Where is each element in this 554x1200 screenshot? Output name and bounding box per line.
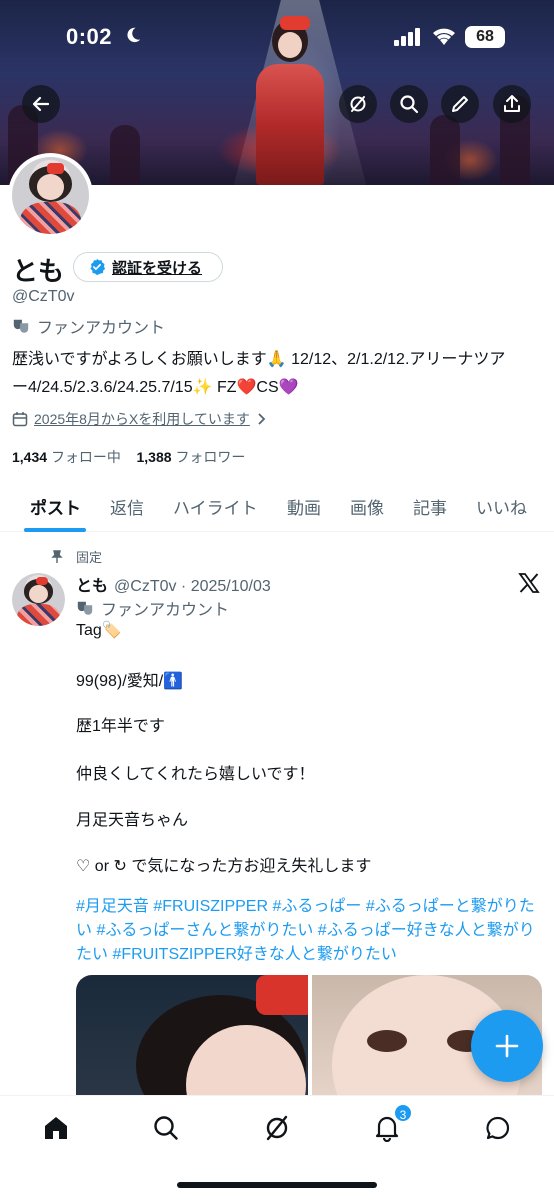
post-account-type-label: ファンアカウント <box>101 602 230 619</box>
wifi-icon <box>433 28 455 45</box>
home-indicator <box>177 1182 377 1188</box>
pin-icon <box>51 549 63 563</box>
profile-handle: @CzT0v <box>12 288 75 305</box>
post-image[interactable] <box>76 975 308 1095</box>
post-text-line: 仲良くしてくれたら嬉しいです！ <box>76 766 315 783</box>
fan-mask-icon <box>77 601 93 615</box>
post-header: とも @CzT0v · 2025/10/03 <box>76 572 271 596</box>
followers-link[interactable]: 1,388 フォロワー <box>137 449 246 465</box>
tab-videos[interactable]: 動画 <box>287 494 321 519</box>
post-author-name[interactable]: とも <box>76 578 108 595</box>
get-verified-button[interactable]: 認証を受ける <box>73 252 223 282</box>
active-tab-indicator <box>24 528 86 532</box>
share-button[interactable] <box>493 85 531 123</box>
home-icon <box>45 1117 67 1139</box>
following-link[interactable]: 1,434 フォロー中 <box>12 449 121 465</box>
banner-crowd <box>430 115 460 185</box>
post-text-line: 月足天音ちゃん <box>76 812 189 829</box>
moon-icon <box>127 27 141 43</box>
search-icon <box>154 1116 178 1140</box>
verified-badge-icon <box>90 258 106 276</box>
nav-search[interactable] <box>146 1108 186 1148</box>
post-text-line: Tag🏷️ <box>76 622 122 639</box>
compose-post-button[interactable] <box>471 1010 543 1082</box>
tab-posts[interactable]: ポスト <box>30 494 81 519</box>
get-verified-label: 認証を受ける <box>112 259 203 277</box>
post-text-line: 歴1年半です <box>76 718 165 735</box>
status-time: 0:02 <box>66 24 113 49</box>
follow-stats: 1,434 フォロー中 1,388 フォロワー <box>12 447 245 467</box>
tab-articles[interactable]: 記事 <box>413 494 447 519</box>
edit-button[interactable] <box>441 85 479 123</box>
back-arrow-icon <box>32 96 50 112</box>
bio-line: ー4/24.5/2.3.6/24.25.7/15✨ FZ❤️CS💜 <box>12 379 299 396</box>
joined-label: 2025年8月からXを利用しています <box>34 411 250 427</box>
nav-grok[interactable] <box>257 1108 297 1148</box>
followers-count: 1,388 <box>136 449 172 465</box>
profile-tabs: ポスト 返信 ハイライト 動画 画像 記事 いいね <box>0 482 554 532</box>
post-text-line: 99(98)/愛知/🚹 <box>76 673 184 690</box>
tab-highlights[interactable]: ハイライト <box>173 494 258 519</box>
status-bar: 0:02 68 <box>0 0 554 60</box>
profile-avatar[interactable] <box>8 153 93 238</box>
tab-likes[interactable]: いいね <box>476 494 527 519</box>
tab-replies[interactable]: 返信 <box>110 494 144 519</box>
pinned-label: 固定 <box>76 550 103 565</box>
joined-date[interactable]: 2025年8月からXを利用しています <box>12 409 268 429</box>
account-type: ファンアカウント <box>12 314 165 338</box>
battery-indicator: 68 <box>465 26 505 48</box>
nav-messages[interactable] <box>478 1108 518 1148</box>
edit-icon <box>452 96 468 112</box>
banner-crowd <box>110 125 140 185</box>
notification-count-badge: 3 <box>393 1103 413 1123</box>
post-text-line: ♡ or ↻ で気になった方お迎え失礼します <box>76 858 372 875</box>
profile-name: とも <box>12 256 65 286</box>
x-logo-icon <box>518 573 540 593</box>
search-icon <box>400 95 419 114</box>
grok-icon <box>266 1115 288 1141</box>
followers-label: フォロワー <box>175 449 246 465</box>
post-author-meta: @CzT0v · 2025/10/03 <box>114 578 271 595</box>
following-label: フォロー中 <box>50 449 121 465</box>
post-account-type: ファンアカウント <box>76 596 229 620</box>
following-count: 1,434 <box>12 449 48 465</box>
search-button[interactable] <box>390 85 428 123</box>
tab-images[interactable]: 画像 <box>350 494 384 519</box>
bio-line: 歴浅いですがよろしくお願いします🙏 12/12、2/1.2/12.アリーナツア <box>12 351 506 368</box>
chevron-right-icon <box>258 413 266 425</box>
nav-home[interactable] <box>36 1108 76 1148</box>
grok-button[interactable] <box>339 85 377 123</box>
profile-bio: 歴浅いですがよろしくお願いします🙏 12/12、2/1.2/12.アリーナツア … <box>12 346 542 402</box>
grok-icon <box>350 96 366 112</box>
plus-icon <box>495 1034 519 1058</box>
account-type-label: ファンアカウント <box>37 320 166 337</box>
calendar-icon <box>12 412 28 427</box>
post-author-avatar[interactable] <box>12 573 65 626</box>
share-icon <box>504 95 520 112</box>
messages-icon <box>486 1116 510 1140</box>
pinned-indicator: 固定 <box>50 547 102 566</box>
back-button[interactable] <box>22 85 60 123</box>
signal-icon <box>394 28 420 46</box>
post-hashtags[interactable]: #月足天音 #FRUISZIPPER #ふるっぱー #ふるっぱーと繋がりたい #… <box>76 895 542 967</box>
fan-mask-icon <box>13 319 29 333</box>
